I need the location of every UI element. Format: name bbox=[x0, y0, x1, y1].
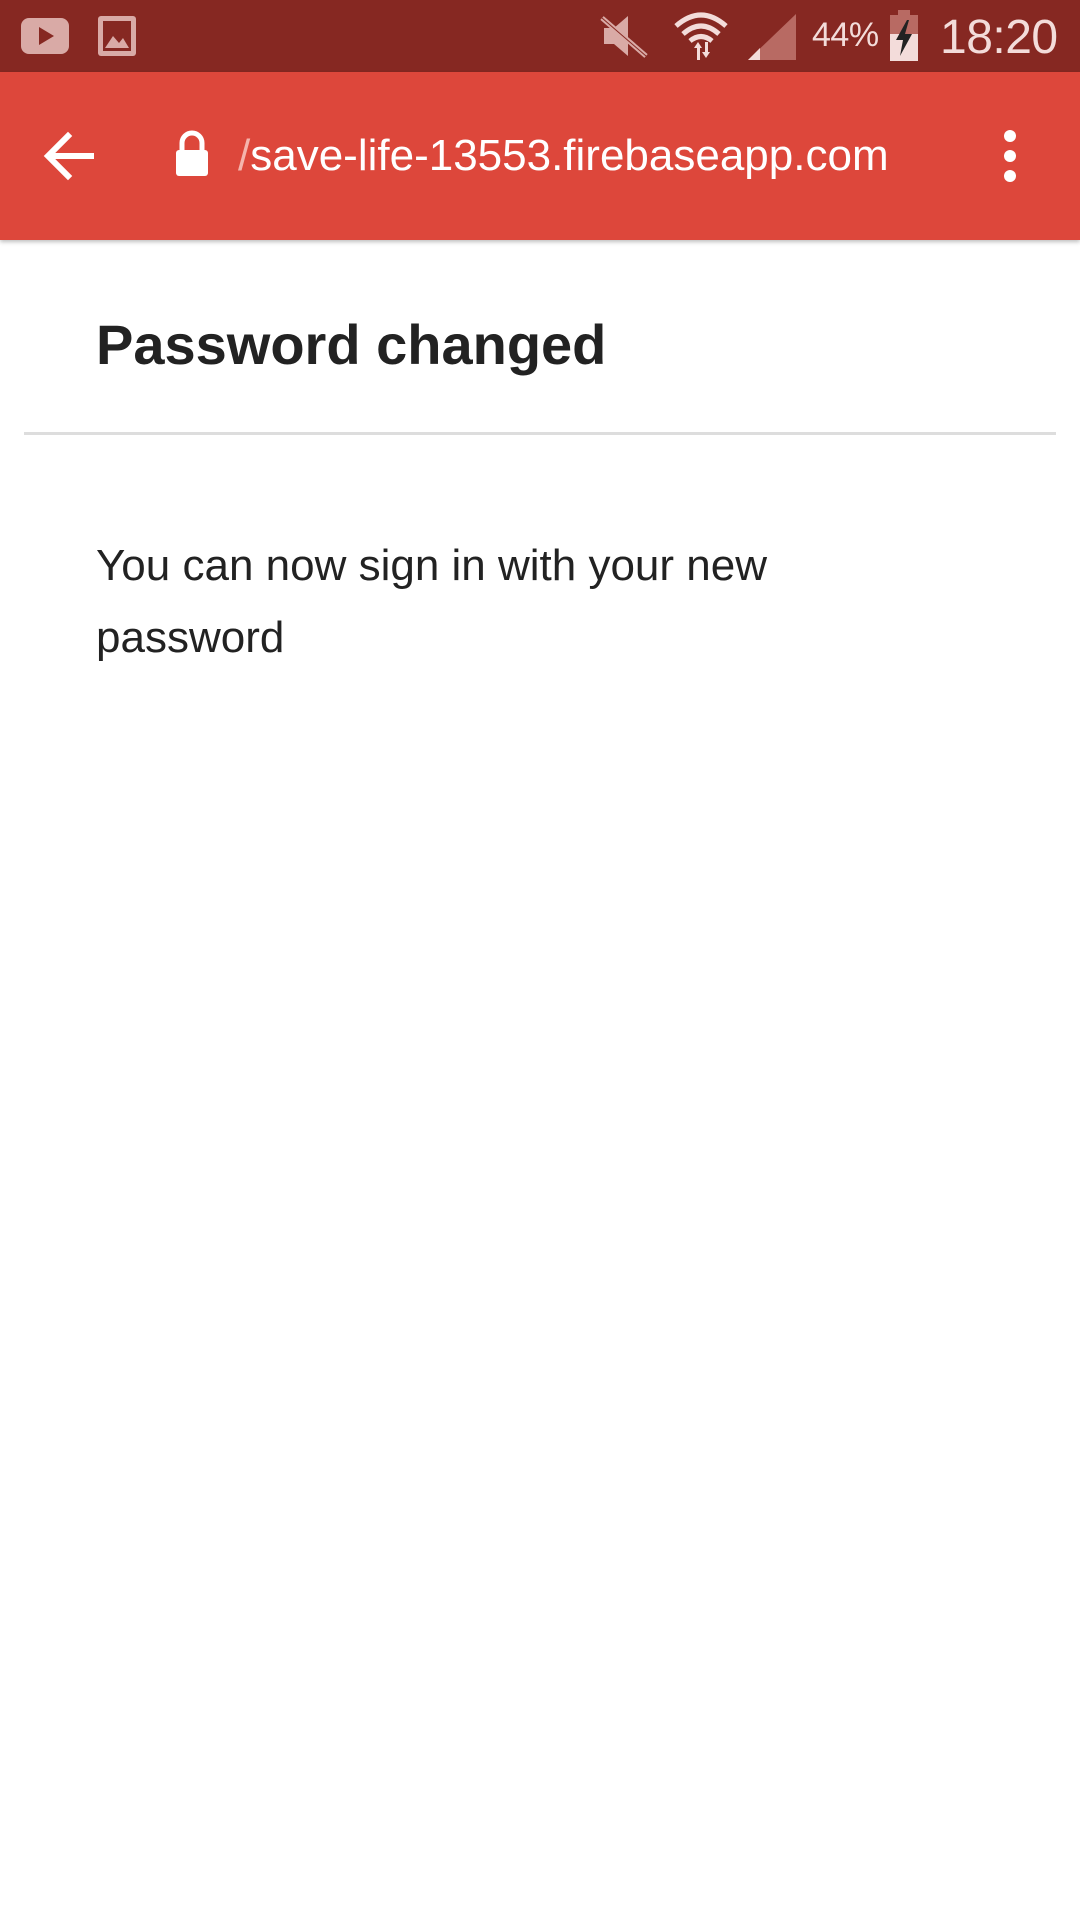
battery-charging-icon bbox=[888, 10, 920, 67]
clock: 18:20 bbox=[940, 11, 1058, 64]
page-title: Password changed bbox=[96, 313, 607, 376]
status-message: You can now sign in with your new passwo… bbox=[96, 541, 767, 662]
signal-icon bbox=[746, 12, 798, 67]
browser-toolbar: /save-life-13553.firebaseapp.com bbox=[0, 72, 1080, 240]
arrow-back-icon[interactable] bbox=[36, 124, 108, 188]
battery-percent: 44% bbox=[812, 16, 879, 54]
youtube-icon bbox=[20, 14, 70, 63]
wifi-icon bbox=[672, 8, 730, 69]
more-vert-icon[interactable] bbox=[986, 124, 1034, 188]
url-text: save-life-13553.firebaseapp.com bbox=[250, 131, 889, 180]
mute-icon bbox=[598, 12, 650, 65]
gallery-icon bbox=[96, 14, 138, 63]
url-bar[interactable]: /save-life-13553.firebaseapp.com bbox=[238, 124, 934, 188]
url-prefix: / bbox=[238, 131, 251, 180]
lock-icon bbox=[172, 130, 212, 180]
page-header: Password changed bbox=[24, 240, 1056, 435]
status-bar: 44% 18:20 bbox=[0, 0, 1080, 72]
